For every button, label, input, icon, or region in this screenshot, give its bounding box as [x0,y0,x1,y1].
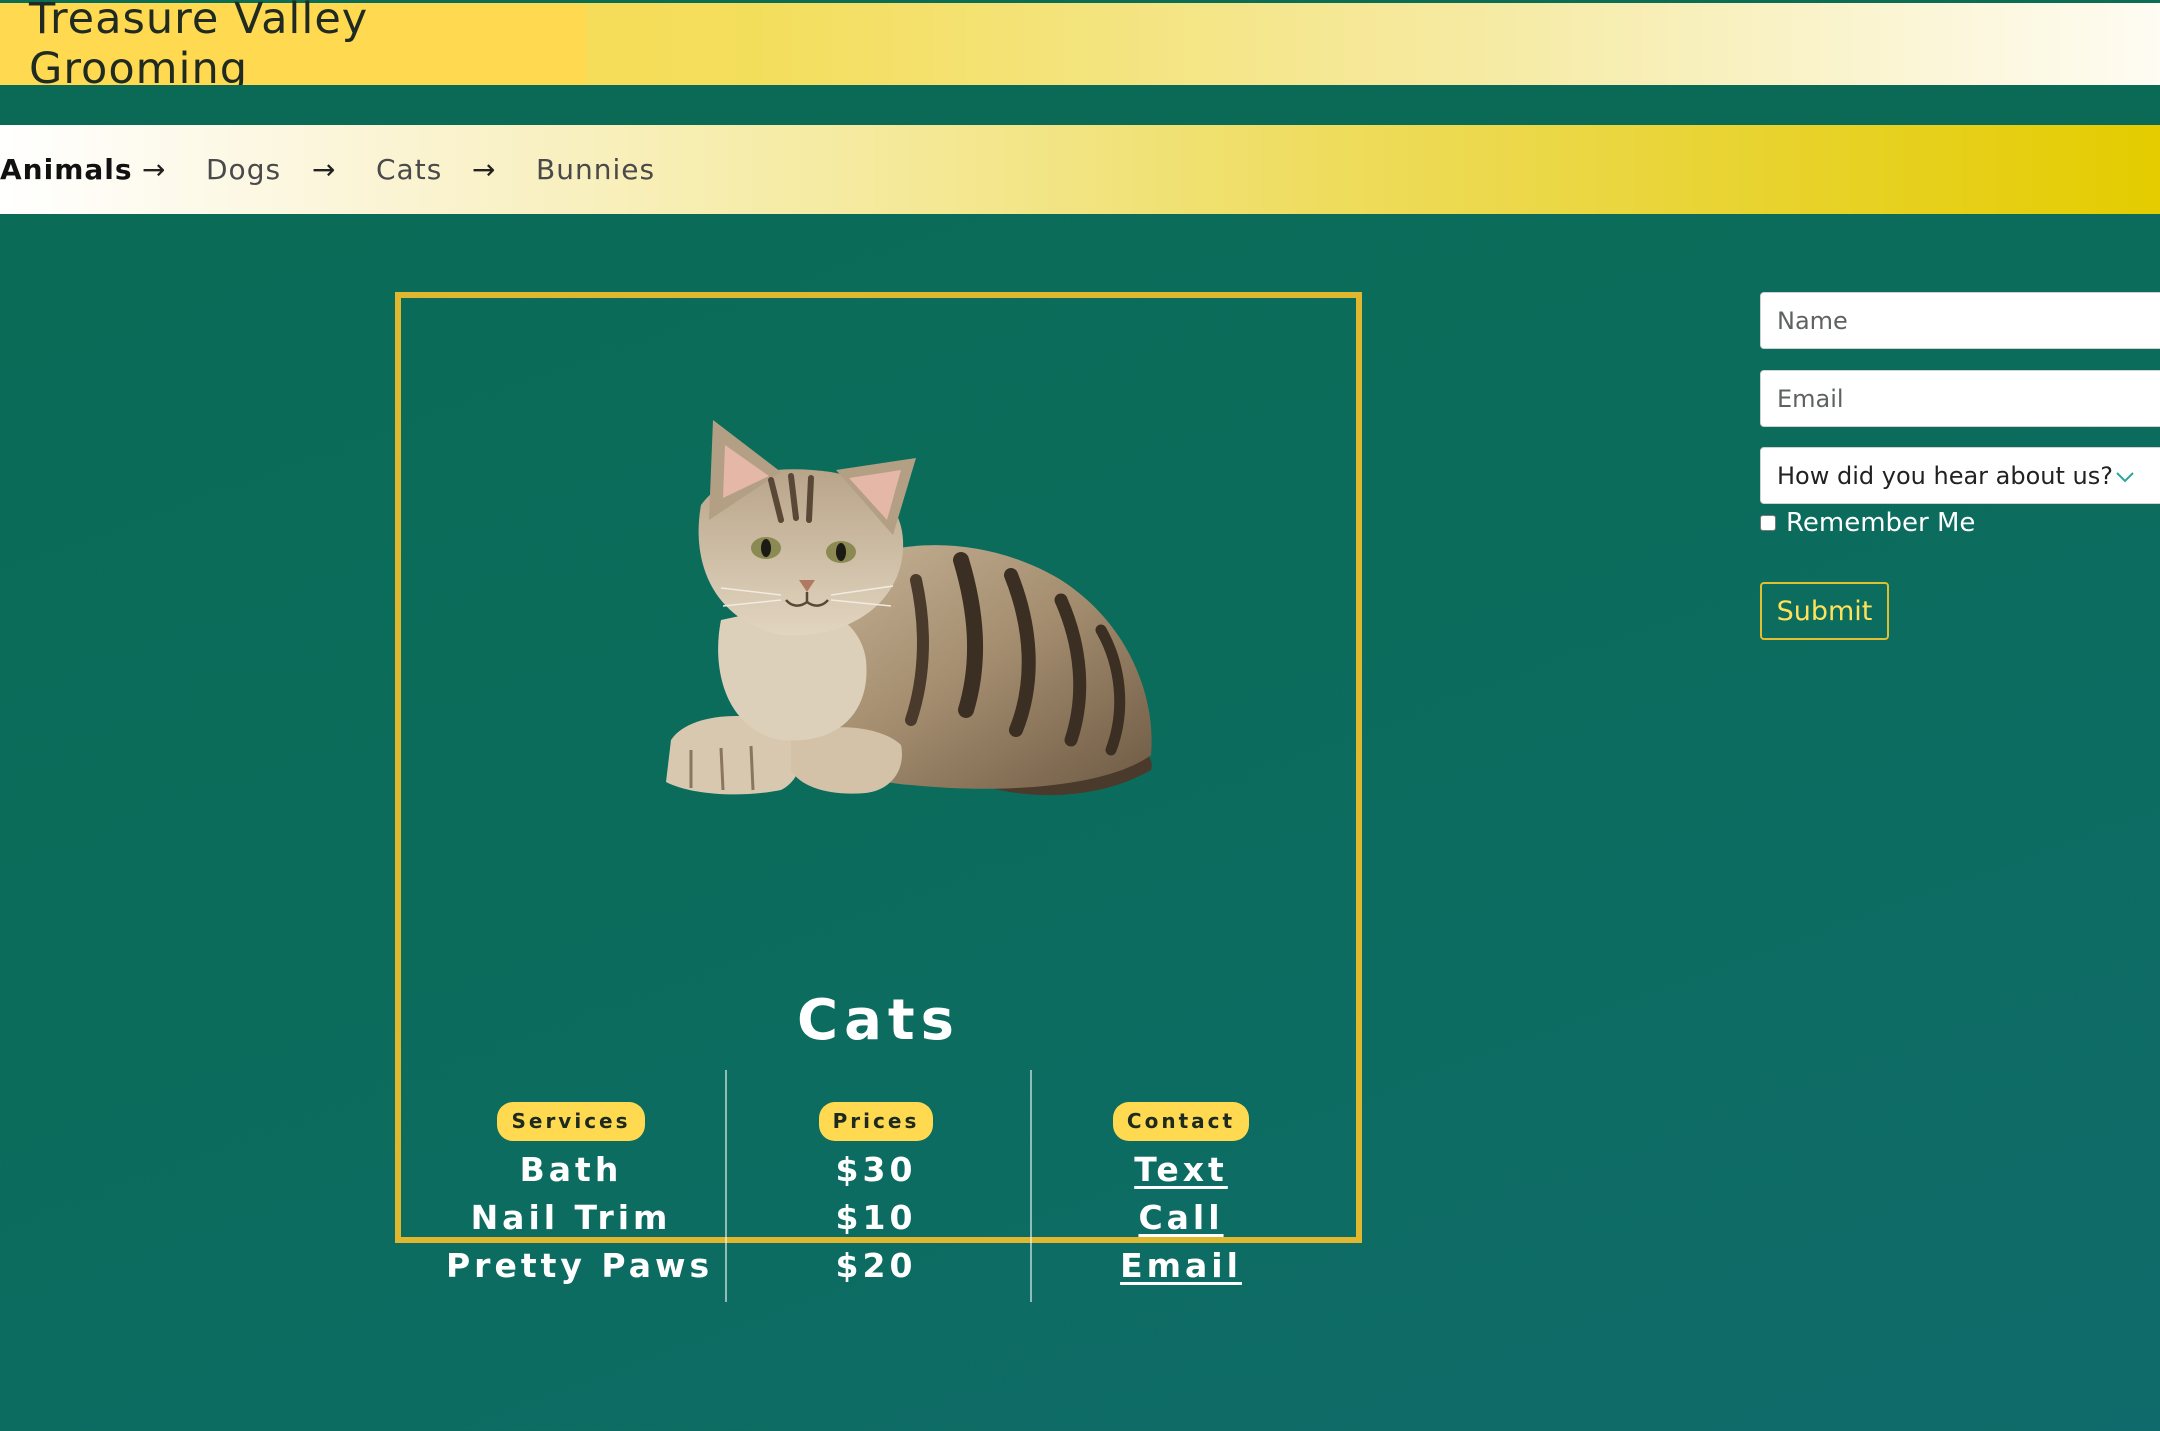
contact-call-link[interactable]: Call [1036,1194,1326,1242]
contact-text-link[interactable]: Text [1036,1146,1326,1194]
column-divider [725,1070,727,1302]
email-field[interactable]: Email [1760,370,2160,427]
submit-button[interactable]: Submit [1760,582,1889,640]
service-item: Nail Trim [470,1198,672,1237]
prices-column: Prices $30 $10 $20 [731,1102,1021,1290]
site-brand[interactable]: Treasure Valley Grooming [0,0,586,94]
animal-card: Cats Services Bath Nail Trim Pretty Paws… [395,292,1362,1302]
nav-item-bunnies[interactable]: Bunnies [536,125,655,214]
contact-email-link[interactable]: Email [1036,1242,1326,1290]
services-column: Services Bath Nail Trim Pretty Paws [446,1102,714,1290]
brand-title[interactable]: Treasure Valley Grooming [29,0,586,94]
email-placeholder: Email [1777,384,1844,413]
prices-badge: Prices [818,1102,934,1141]
price-item: $20 [835,1246,917,1285]
price-item: $30 [835,1150,917,1189]
remember-label[interactable]: Remember Me [1786,508,1975,538]
nav-arrow-icon: → [312,153,336,186]
nav-item-animals[interactable]: Animals [0,125,133,214]
nav-item-cats[interactable]: Cats [376,125,442,214]
site-header: Treasure Valley Grooming [0,0,2160,94]
name-field[interactable]: Name [1760,292,2160,349]
service-item: Bath [519,1150,623,1189]
remember-me: Remember Me [1760,508,1975,538]
price-item: $10 [835,1198,917,1237]
service-item: Pretty Paws [446,1246,714,1285]
chevron-down-icon[interactable] [2114,448,2136,505]
referral-select[interactable]: How did you hear about us? [1760,447,2160,504]
breadcrumb-nav: Animals → Dogs → Cats → Bunnies [0,125,2160,214]
nav-arrow-icon: → [142,153,166,186]
nav-item-dogs[interactable]: Dogs [206,125,281,214]
card-title: Cats [797,988,960,1053]
name-placeholder: Name [1777,306,1848,335]
column-divider [1030,1070,1032,1302]
remember-checkbox[interactable] [1760,515,1776,531]
header-divider-band [0,85,2160,125]
services-badge: Services [497,1102,645,1141]
cat-kitten-image [666,420,1152,796]
contact-column: Contact Text Call Email [1036,1102,1326,1290]
nav-arrow-icon: → [472,153,496,186]
referral-select-value: How did you hear about us? [1777,461,2113,490]
contact-badge: Contact [1112,1102,1250,1141]
